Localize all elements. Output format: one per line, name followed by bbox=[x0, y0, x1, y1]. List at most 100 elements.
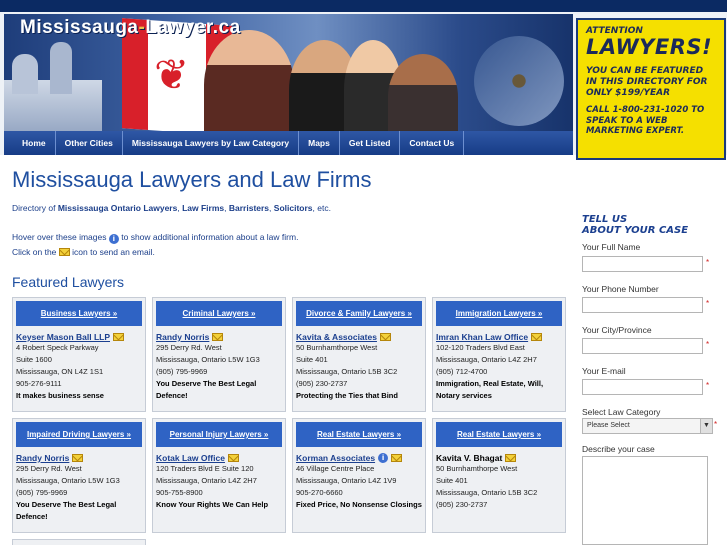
lawyer-card: Real Estate Lawyers » Korman Associates i… bbox=[292, 418, 426, 533]
ad-lawyers: LAWYERS! bbox=[586, 35, 713, 59]
required-mark: * bbox=[706, 299, 710, 308]
directory-description: Directory of Mississauga Ontario Lawyers… bbox=[12, 203, 331, 213]
lawyer-photo-4 bbox=[388, 54, 458, 140]
envelope-icon[interactable] bbox=[212, 333, 224, 341]
hover-help-a: Hover over these images bbox=[12, 232, 107, 242]
dir-bold-3: Barristers bbox=[228, 203, 270, 213]
tagline: You Deserve The Best Legal Defence! bbox=[156, 379, 257, 400]
envelope-icon[interactable] bbox=[505, 454, 517, 462]
maple-leaf-icon: ❦ bbox=[154, 51, 190, 98]
dir-bold-2: Law Firms bbox=[182, 203, 225, 213]
logo-main: Mississauga bbox=[20, 17, 139, 38]
envelope-icon[interactable] bbox=[391, 454, 403, 462]
info-icon[interactable]: i bbox=[378, 453, 389, 463]
chevron-down-icon: ▼ bbox=[700, 419, 712, 433]
address-line: 50 Burnhamthorpe West bbox=[436, 464, 518, 473]
hover-help-b: to show additional information about a l… bbox=[121, 232, 299, 242]
firm-link[interactable]: Imran Khan Law Office bbox=[436, 332, 528, 342]
city-field[interactable] bbox=[582, 338, 703, 354]
nav-maps[interactable]: Maps bbox=[299, 131, 340, 155]
top-bar bbox=[0, 0, 727, 12]
envelope-icon[interactable] bbox=[113, 333, 125, 341]
describe-label: Describe your case bbox=[582, 444, 655, 454]
firm-link[interactable]: Kavita & Associates bbox=[296, 332, 377, 342]
dir-suffix: , etc. bbox=[312, 203, 331, 213]
tagline: Protecting the Ties that Bind bbox=[296, 391, 398, 400]
address-line: 295 Derry Rd. West bbox=[16, 464, 82, 473]
firm-row: Kotak Law Office bbox=[156, 453, 282, 463]
address-line: Mississauga, Ontario L4Z 2H7 bbox=[156, 476, 257, 485]
phone-line: (905) 230-2737 bbox=[296, 379, 348, 388]
site-logo[interactable]: Mississauga-Lawyer.ca bbox=[20, 17, 241, 39]
phone-field[interactable] bbox=[582, 297, 703, 313]
page-title: Mississauga Lawyers and Law Firms bbox=[12, 167, 372, 192]
logo-tail: Lawyer.ca bbox=[145, 17, 241, 38]
nav-contact-us[interactable]: Contact Us bbox=[400, 131, 465, 155]
address-line: 50 Burnhamthorpe West bbox=[296, 343, 378, 352]
ad-featured-text: YOU CAN BE FEATURED IN THIS DIRECTORY FO… bbox=[586, 66, 708, 98]
case-description-textarea[interactable] bbox=[582, 456, 708, 545]
lawyer-card: Divorce & Family Lawyers » Kavita & Asso… bbox=[292, 297, 426, 412]
firm-row: Keyser Mason Ball LLP bbox=[16, 332, 142, 342]
lawyer-card: Real Estate Lawyers » Kavita V. Bhagat 5… bbox=[432, 418, 566, 533]
lawyer-card: Criminal Lawyers » Randy Norris 295 Derr… bbox=[152, 297, 286, 412]
category-link[interactable]: Personal Injury Lawyers » bbox=[156, 422, 282, 447]
phone-line: 905-270-6660 bbox=[296, 488, 343, 497]
dir-bold-4: Solicitors bbox=[273, 203, 313, 213]
envelope-icon[interactable] bbox=[379, 333, 391, 341]
lawyer-photo-1 bbox=[204, 30, 294, 140]
required-mark: * bbox=[706, 258, 710, 267]
nav-get-listed[interactable]: Get Listed bbox=[340, 131, 401, 155]
lawyer-card: Impaired Driving Lawyers » Randy Norris … bbox=[12, 418, 146, 533]
tagline: Fixed Price, No Nonsense Closings bbox=[296, 500, 422, 509]
address-line: 46 Village Centre Place bbox=[296, 464, 375, 473]
category-label: Select Law Category bbox=[582, 407, 661, 417]
email-field[interactable] bbox=[582, 379, 703, 395]
firm-row: Randy Norris bbox=[156, 332, 282, 342]
category-link[interactable]: Immigration Lawyers » bbox=[436, 301, 562, 326]
address-line: 295 Derry Rd. West bbox=[156, 343, 222, 352]
category-link[interactable]: Impaired Driving Lawyers » bbox=[16, 422, 142, 447]
firm-link[interactable]: Keyser Mason Ball LLP bbox=[16, 332, 110, 342]
header-banner: ❦ Mississauga-Lawyer.ca bbox=[4, 14, 573, 140]
lawyer-card: Immigration Lawyers » Imran Khan Law Off… bbox=[432, 297, 566, 412]
firm-link[interactable]: Randy Norris bbox=[16, 453, 69, 463]
category-link[interactable]: Real Estate Lawyers » bbox=[436, 422, 562, 447]
firm-link[interactable]: Randy Norris bbox=[156, 332, 209, 342]
phone-line: 905-276-9111 bbox=[16, 379, 62, 388]
tagline: You Deserve The Best Legal Defence! bbox=[16, 500, 117, 521]
select-value: Please Select bbox=[587, 422, 630, 429]
email-help-a: Click on the bbox=[12, 247, 57, 257]
envelope-icon[interactable] bbox=[72, 454, 84, 462]
address-line: 4 Robert Speck Parkway bbox=[16, 343, 99, 352]
category-link[interactable]: Criminal Lawyers » bbox=[156, 301, 282, 326]
address-line: 102-120 Traders Blvd East bbox=[436, 343, 525, 352]
firm-link[interactable]: Kotak Law Office bbox=[156, 453, 225, 463]
address-line: Mississauga, Ontario L5W 1G3 bbox=[16, 476, 120, 485]
address-line: Mississauga, Ontario L4Z 1V9 bbox=[296, 476, 397, 485]
tagline: Know Your Rights We Can Help bbox=[156, 500, 269, 509]
address-line: Mississauga, Ontario L5B 3C2 bbox=[296, 367, 398, 376]
advertise-banner[interactable]: ATTENTION LAWYERS! YOU CAN BE FEATURED I… bbox=[576, 18, 726, 160]
law-category-select[interactable]: Please Select ▼ bbox=[582, 418, 713, 434]
category-link[interactable]: Divorce & Family Lawyers » bbox=[296, 301, 422, 326]
dir-bold-1: Mississauga Ontario Lawyers bbox=[57, 203, 178, 213]
full-name-field[interactable] bbox=[582, 256, 703, 272]
ad-call-text: CALL 1-800-231-1020 TO SPEAK TO A WEB MA… bbox=[586, 105, 705, 136]
address-line: 120 Traders Blvd E Suite 120 bbox=[156, 464, 254, 473]
required-mark: * bbox=[706, 340, 710, 349]
envelope-icon[interactable] bbox=[531, 333, 543, 341]
dir-prefix: Directory of bbox=[12, 203, 58, 213]
form-heading: TELL US ABOUT YOUR CASE bbox=[582, 214, 688, 236]
nav-other-cities[interactable]: Other Cities bbox=[56, 131, 123, 155]
category-link[interactable]: Real Estate Lawyers » bbox=[296, 422, 422, 447]
firm-link[interactable]: Korman Associates bbox=[296, 453, 375, 463]
nav-law-category[interactable]: Mississauga Lawyers by Law Category bbox=[123, 131, 300, 155]
nav-home[interactable]: Home bbox=[4, 131, 56, 155]
firm-row: Randy Norris bbox=[16, 453, 142, 463]
address-line: Suite 401 bbox=[436, 476, 468, 485]
address-line: Mississauga, Ontario L4Z 2H7 bbox=[436, 355, 537, 364]
category-link[interactable]: Business Lawyers » bbox=[16, 301, 142, 326]
firm-name: Kavita V. Bhagat bbox=[436, 453, 503, 463]
envelope-icon[interactable] bbox=[227, 454, 239, 462]
